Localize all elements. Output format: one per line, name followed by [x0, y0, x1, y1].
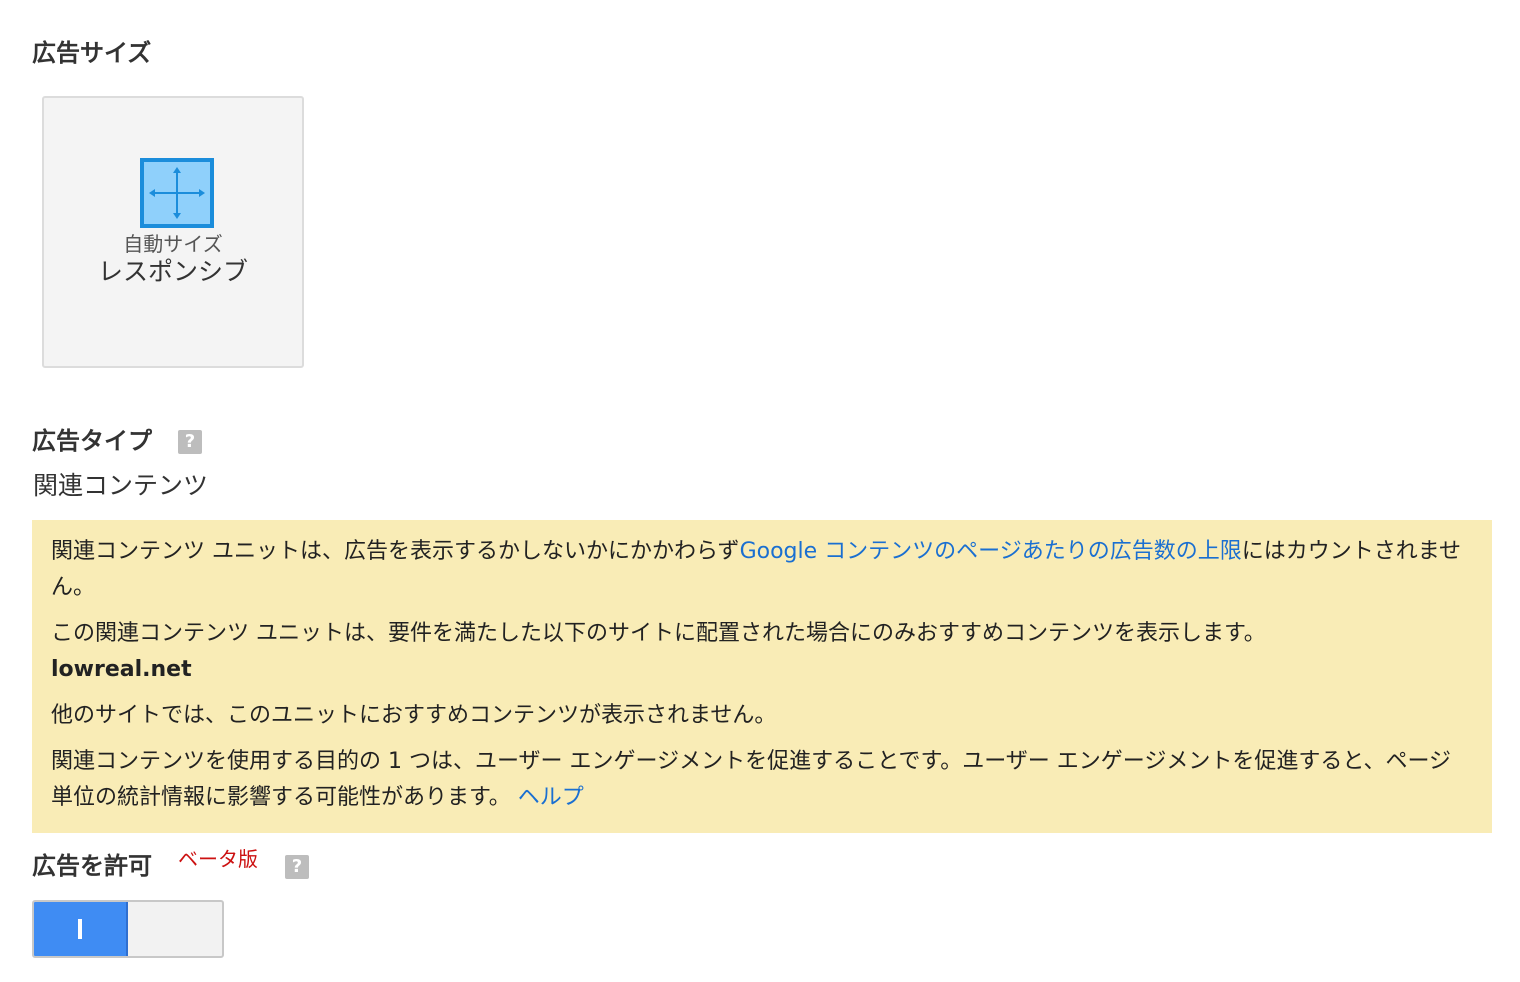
toggle-on-segment	[34, 902, 128, 956]
help-icon[interactable]: ?	[285, 855, 309, 879]
allow-ads-toggle[interactable]	[32, 900, 224, 958]
notice-text: 関連コンテンツ ユニットは、広告を表示するかしないかにかかわらず	[51, 539, 740, 564]
notice-paragraph-4: 関連コンテンツを使用する目的の 1 つは、ユーザー エンゲージメントを促進するこ…	[51, 744, 1472, 816]
related-content-notice: 関連コンテンツ ユニットは、広告を表示するかしないかにかかわらずGoogle コ…	[32, 520, 1492, 833]
card-subtitle: 自動サイズ	[123, 232, 223, 256]
notice-paragraph-1: 関連コンテンツ ユニットは、広告を表示するかしないかにかかわらずGoogle コ…	[51, 534, 1472, 606]
allow-ads-title: 広告を許可	[32, 852, 152, 880]
ad-size-title: 広告サイズ	[32, 39, 152, 67]
notice-text: 関連コンテンツを使用する目的の 1 つは、ユーザー エンゲージメントを促進するこ…	[51, 749, 1452, 810]
help-icon[interactable]: ?	[178, 430, 202, 454]
responsive-size-card[interactable]: 自動サイズ レスポンシブ	[42, 96, 304, 368]
notice-paragraph-2: この関連コンテンツ ユニットは、要件を満たした以下のサイトに配置された場合にのみ…	[51, 621, 1266, 646]
beta-badge: ベータ版	[178, 847, 258, 871]
notice-paragraph-3: 他のサイトでは、このユニットにおすすめコンテンツが表示されません。	[51, 703, 777, 728]
toggle-on-icon	[78, 919, 82, 939]
help-link[interactable]: ヘルプ	[518, 785, 584, 810]
card-label: レスポンシブ	[97, 257, 248, 286]
ad-type-title: 広告タイプ	[32, 427, 152, 455]
ad-limit-link[interactable]: Google コンテンツのページあたりの広告数の上限	[740, 539, 1242, 564]
ad-unit-settings: 広告サイズ 自動サイズ レスポンシブ 広告タイプ ? 関連コンテンツ 関連コンテ…	[0, 0, 1520, 982]
resize-arrows-icon	[140, 158, 214, 228]
ad-type-value: 関連コンテンツ	[33, 471, 209, 500]
site-name: lowreal.net	[51, 657, 192, 682]
